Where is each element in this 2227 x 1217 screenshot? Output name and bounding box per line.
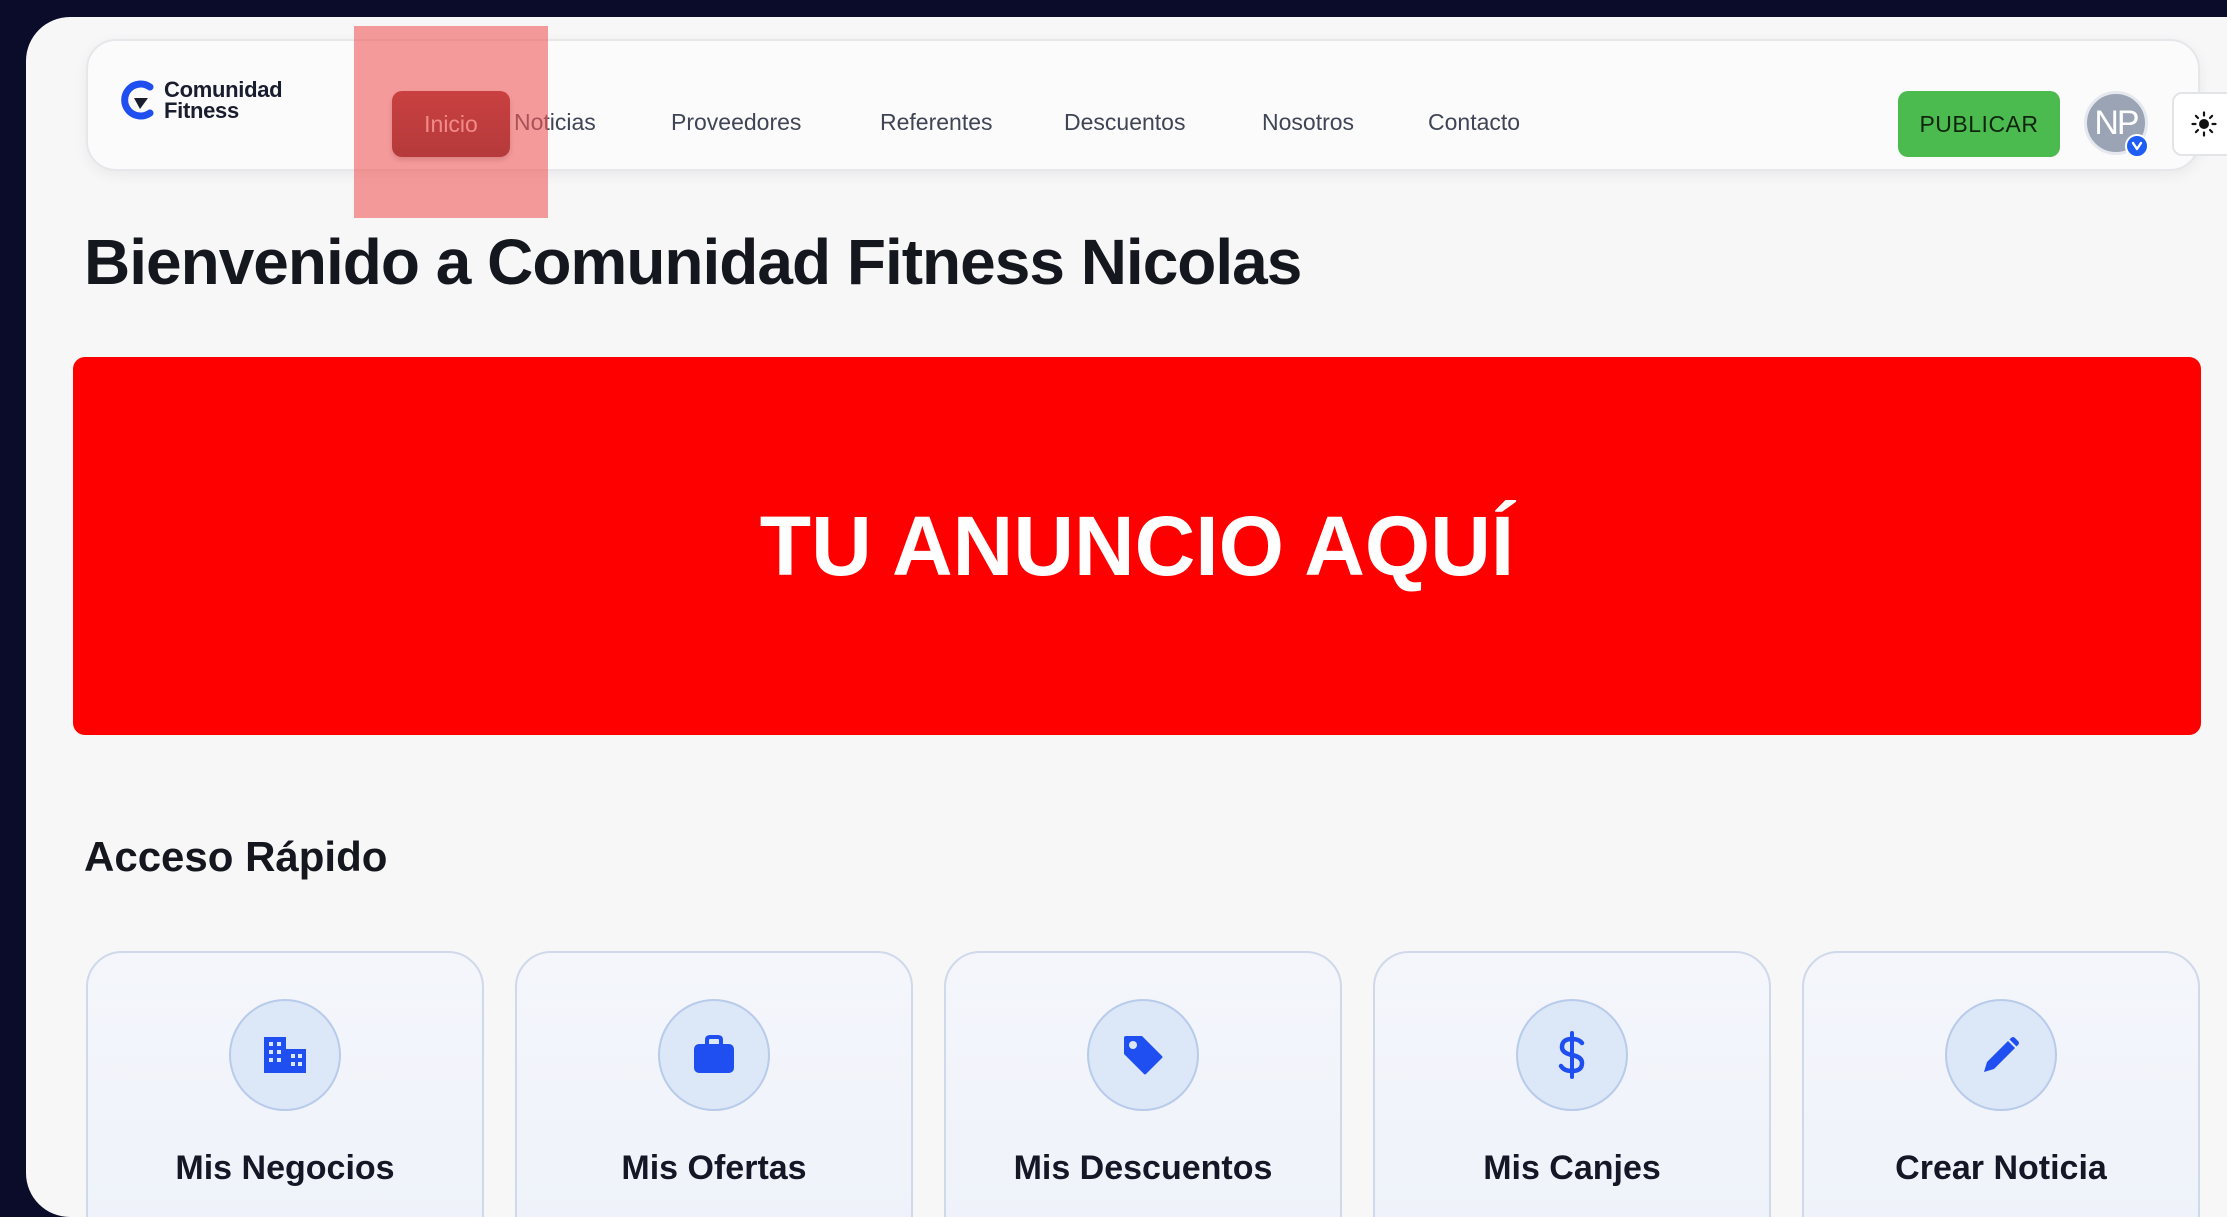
brand-line-2: Fitness	[164, 98, 239, 123]
quick-card-mis-negocios[interactable]: Mis Negocios	[86, 951, 484, 1217]
pencil-icon	[1945, 999, 2057, 1111]
brand-name: Comunidad Fitness	[164, 77, 283, 123]
card-label: Crear Noticia	[1895, 1149, 2107, 1187]
dollar-icon	[1516, 999, 1628, 1111]
quick-card-mis-descuentos[interactable]: Mis Descuentos	[944, 951, 1342, 1217]
nav-item-descuentos[interactable]: Descuentos	[1064, 109, 1185, 136]
top-navbar: Comunidad Fitness Inicio Noticias Provee…	[86, 26, 2227, 218]
ad-banner-text: TU ANUNCIO AQUÍ	[759, 498, 1515, 593]
nav-item-referentes[interactable]: Referentes	[880, 109, 993, 136]
card-label: Mis Ofertas	[621, 1149, 807, 1187]
card-label: Mis Descuentos	[1013, 1149, 1273, 1187]
nav-item-contacto[interactable]: Contacto	[1428, 109, 1520, 136]
quick-access-title: Acceso Rápido	[84, 833, 388, 880]
nav-item-nosotros[interactable]: Nosotros	[1262, 109, 1354, 136]
publish-button[interactable]: PUBLICAR	[1898, 91, 2060, 157]
brand-line-1: Comunidad	[164, 77, 283, 102]
nav-item-noticias[interactable]: Noticias	[514, 109, 596, 136]
quick-card-mis-ofertas[interactable]: Mis Ofertas	[515, 951, 913, 1217]
quick-card-crear-noticia[interactable]: Crear Noticia	[1802, 951, 2200, 1217]
logo-icon	[121, 80, 154, 120]
card-label: Mis Negocios	[175, 1149, 395, 1187]
quick-card-mis-canjes[interactable]: Mis Canjes	[1373, 951, 1771, 1217]
theme-toggle-button[interactable]	[2172, 92, 2227, 156]
brand-logo[interactable]: Comunidad Fitness	[118, 77, 283, 123]
chevron-down-icon[interactable]	[2125, 134, 2149, 158]
page-title: Bienvenido a Comunidad Fitness Nicolas	[84, 226, 1302, 298]
building-icon	[229, 999, 341, 1111]
nav-item-proveedores[interactable]: Proveedores	[671, 109, 801, 136]
ad-banner[interactable]: TU ANUNCIO AQUÍ	[73, 357, 2201, 735]
briefcase-icon	[658, 999, 770, 1111]
tag-icon	[1087, 999, 1199, 1111]
card-label: Mis Canjes	[1483, 1149, 1661, 1187]
sun-icon	[2191, 111, 2217, 137]
app-window: Comunidad Fitness Inicio Noticias Provee…	[26, 17, 2227, 1217]
nav-item-inicio[interactable]: Inicio	[392, 91, 510, 157]
